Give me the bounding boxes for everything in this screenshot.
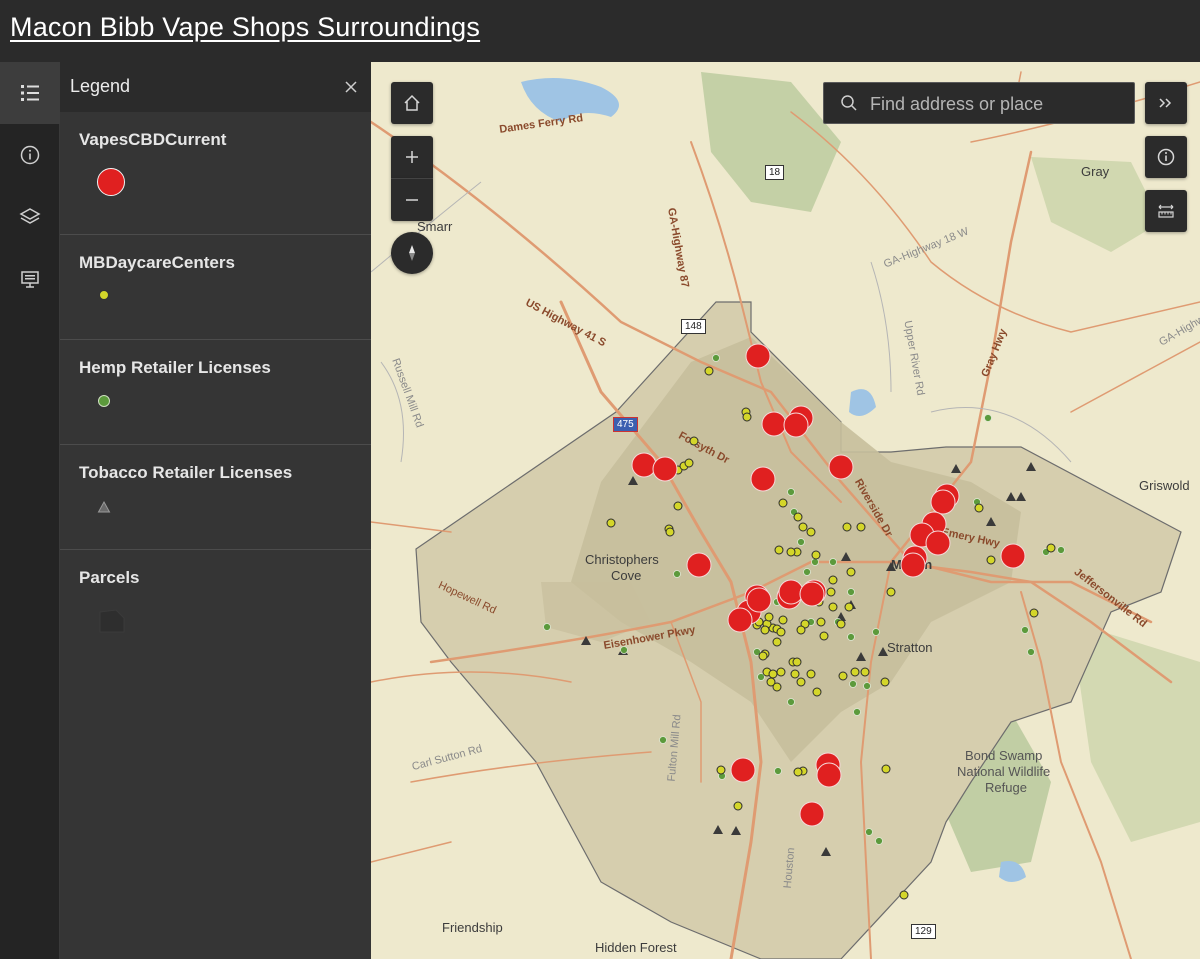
zoom-out-button[interactable] — [391, 178, 433, 221]
home-button[interactable] — [391, 82, 433, 124]
details-tab-button[interactable] — [0, 124, 60, 186]
presentation-icon — [21, 271, 39, 288]
red-circle-symbol-icon — [97, 168, 125, 196]
home-icon — [404, 94, 420, 111]
search-icon — [841, 95, 857, 111]
map-view[interactable]: Dames Ferry Rd GA-Highway 87 US Highway … — [371, 62, 1200, 959]
plus-icon — [406, 151, 418, 163]
tobacco-markers — [581, 462, 1036, 856]
compass-icon — [409, 245, 415, 261]
side-rail — [0, 62, 60, 959]
legend-item-vapes: VapesCBDCurrent — [60, 112, 371, 235]
basemap-tab-button[interactable] — [0, 248, 60, 310]
legend-panel-title: Legend — [70, 76, 131, 96]
daycare-markers — [606, 366, 1056, 900]
legend-item-label: VapesCBDCurrent — [79, 130, 227, 149]
green-dot-symbol-icon — [98, 395, 110, 407]
app-header: Macon Bibb Vape Shops Surroundings — [0, 0, 1200, 62]
layers-icon — [19, 208, 41, 224]
vape-shop-markers — [631, 343, 1026, 827]
yellow-dot-symbol-icon — [99, 290, 109, 300]
legend-tab-button[interactable] — [0, 62, 60, 124]
parcel-polygon-symbol-icon — [99, 609, 125, 633]
info-icon — [20, 145, 40, 165]
close-icon[interactable] — [342, 78, 360, 96]
expand-button[interactable] — [1145, 82, 1187, 124]
legend-list-icon — [21, 85, 39, 101]
legend-panel: Legend VapesCBDCurrent MBDaycareCenters … — [60, 62, 371, 959]
legend-item-daycare: MBDaycareCenters — [60, 235, 371, 340]
search-input[interactable] — [868, 83, 1132, 125]
legend-item-hemp: Hemp Retailer Licenses — [60, 340, 371, 445]
app-title[interactable]: Macon Bibb Vape Shops Surroundings — [10, 12, 480, 43]
zoom-in-button[interactable] — [391, 136, 433, 178]
info-button[interactable] — [1145, 136, 1187, 178]
feature-layer — [543, 343, 1065, 900]
legend-panel-header: Legend — [60, 62, 371, 112]
minus-icon — [406, 199, 418, 201]
info-icon — [1157, 148, 1175, 166]
legend-item-label: Parcels — [79, 568, 140, 587]
legend-item-parcels: Parcels — [60, 550, 371, 655]
legend-item-label: Hemp Retailer Licenses — [79, 358, 271, 377]
compass-button[interactable] — [391, 232, 433, 274]
layers-tab-button[interactable] — [0, 186, 60, 248]
measure-icon — [1158, 204, 1174, 218]
legend-item-tobacco: Tobacco Retailer Licenses — [60, 445, 371, 550]
chevrons-right-icon — [1159, 98, 1172, 108]
measure-button[interactable] — [1145, 190, 1187, 232]
search-widget[interactable] — [823, 82, 1135, 125]
legend-item-label: Tobacco Retailer Licenses — [79, 463, 293, 482]
gray-triangle-symbol-icon — [97, 500, 111, 513]
legend-item-label: MBDaycareCenters — [79, 253, 235, 272]
